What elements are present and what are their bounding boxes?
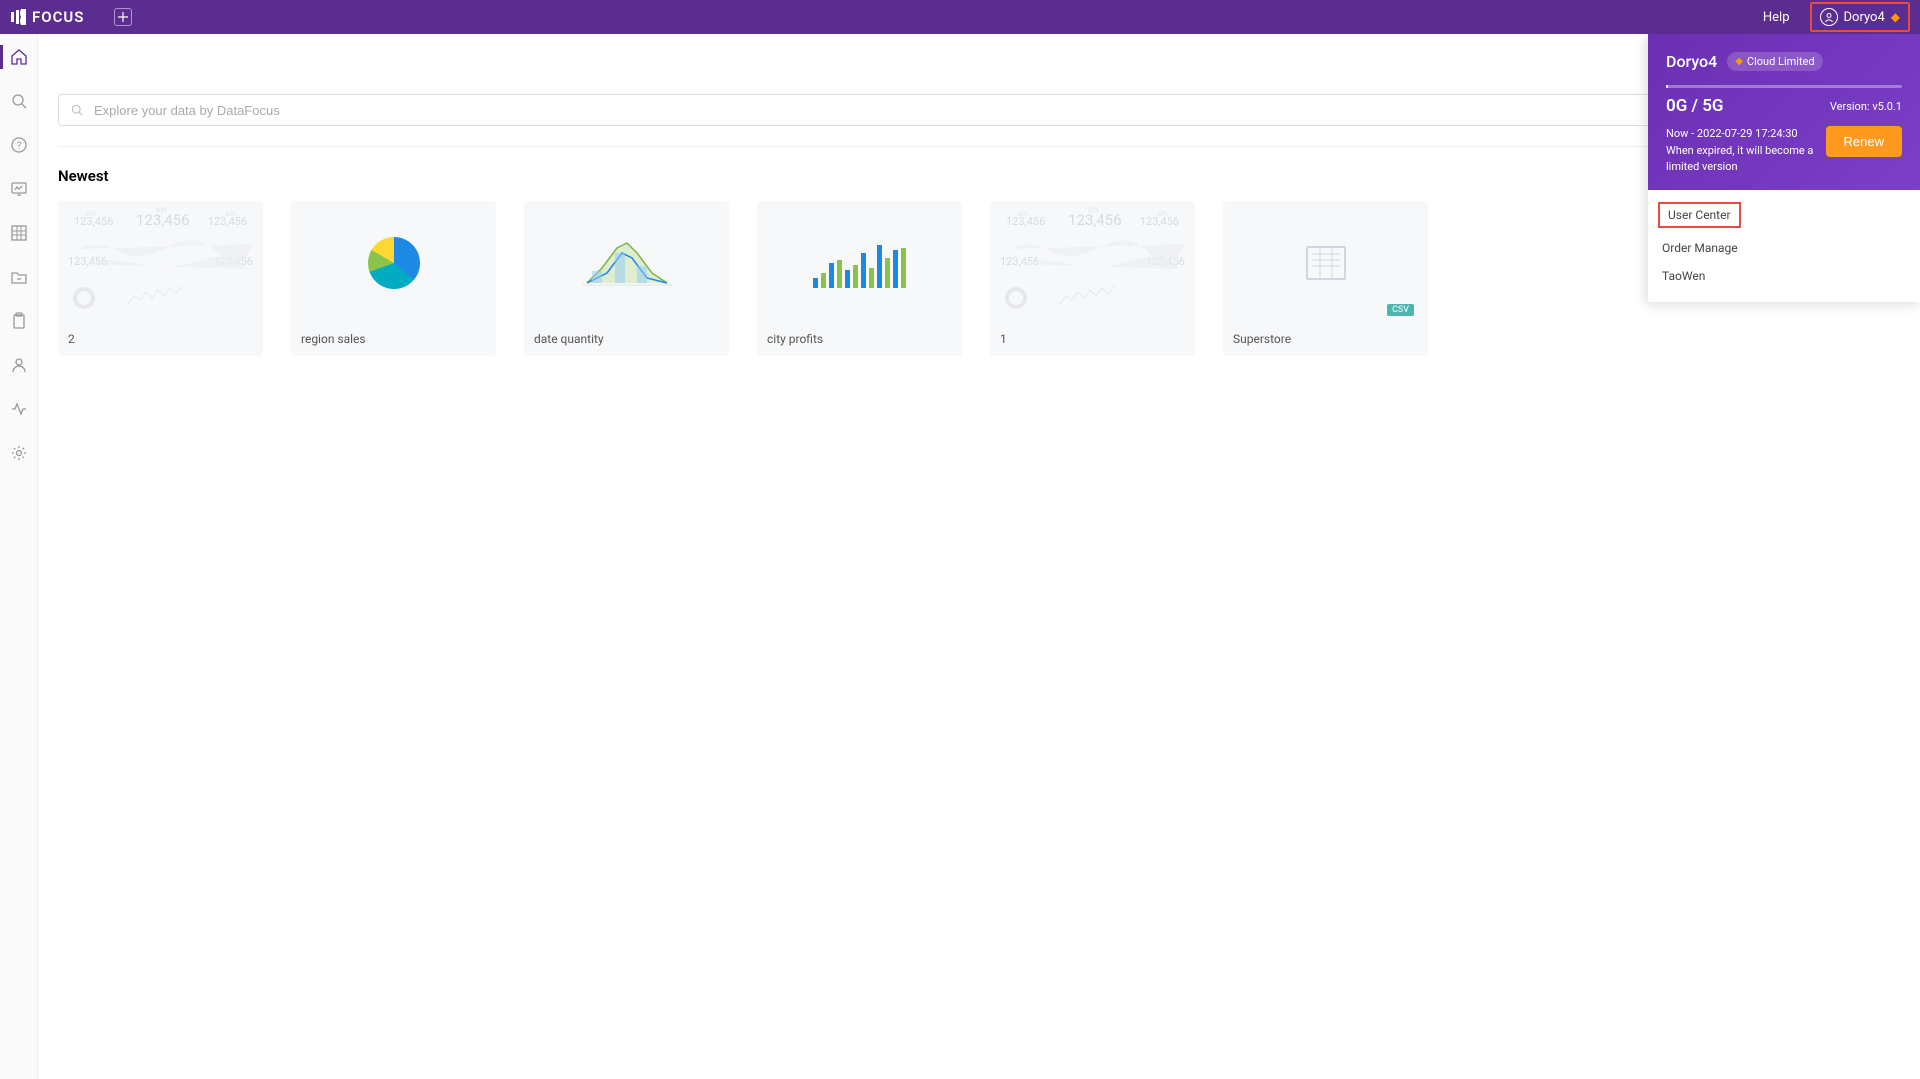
- card-grid: KPI 123,456 KPI 123,456 KPI 123,456 123,…: [38, 201, 1920, 356]
- sidebar-activity[interactable]: [8, 398, 30, 420]
- brand-text: FOCUS: [32, 8, 84, 26]
- storage-text: 0G / 5G: [1666, 96, 1724, 116]
- main-content: Newest KPI 123,456 KPI 123,456 KPI 123,4…: [38, 34, 1920, 1079]
- sidebar-help[interactable]: ?: [8, 134, 30, 156]
- card-title: date quantity: [524, 324, 729, 356]
- divider: [58, 146, 1900, 147]
- card-title: 2: [58, 324, 263, 356]
- version-text: Version: v5.0.1: [1830, 100, 1902, 113]
- crown-icon: ◆: [1735, 56, 1743, 67]
- user-menu-trigger[interactable]: Doryo4 ◆: [1810, 2, 1910, 32]
- csv-file-preview: [1306, 246, 1346, 280]
- bar-chart-preview: [813, 238, 906, 288]
- search-icon: [70, 102, 84, 121]
- avatar-icon: [1820, 8, 1838, 26]
- card-item[interactable]: KPI 123,456 KPI 123,456 KPI 123,456 123,…: [990, 201, 1195, 356]
- search-input[interactable]: [58, 94, 1900, 126]
- user-dropdown-panel: Doryo4 ◆ Cloud Limited 0G / 5G Version: …: [1648, 34, 1920, 302]
- header-username: Doryo4: [1844, 10, 1885, 25]
- card-title: 1: [990, 324, 1195, 356]
- sidebar-home[interactable]: [8, 46, 30, 68]
- renew-button[interactable]: Renew: [1826, 126, 1902, 157]
- brand-logo: FOCUS: [10, 8, 84, 26]
- sidebar-search[interactable]: [8, 90, 30, 112]
- kpi-map-preview: KPI 123,456 KPI 123,456 KPI 123,456 123,…: [1000, 211, 1185, 314]
- sidebar-user[interactable]: [8, 354, 30, 376]
- sidebar-grid[interactable]: [8, 222, 30, 244]
- kpi-map-preview: KPI 123,456 KPI 123,456 KPI 123,456 123,…: [68, 211, 253, 314]
- card-item[interactable]: date quantity: [524, 201, 729, 356]
- csv-badge: CSV: [1387, 304, 1414, 316]
- sidebar: ?: [0, 34, 38, 1079]
- svg-text:?: ?: [16, 141, 21, 152]
- help-link[interactable]: Help: [1763, 10, 1790, 25]
- card-item[interactable]: KPI 123,456 KPI 123,456 KPI 123,456 123,…: [58, 201, 263, 356]
- card-title: city profits: [757, 324, 962, 356]
- line-chart-preview: [577, 233, 677, 293]
- menu-taowen[interactable]: TaoWen: [1648, 262, 1920, 290]
- card-title: region sales: [291, 324, 496, 356]
- expiry-text: Now - 2022-07-29 17:24:30 When expired, …: [1666, 126, 1814, 176]
- pie-chart-preview: [368, 237, 420, 289]
- plan-badge: ◆ Cloud Limited: [1727, 52, 1822, 71]
- section-title: Newest: [38, 167, 1920, 201]
- crown-icon: ◆: [1891, 10, 1900, 24]
- app-header: FOCUS Help Doryo4 ◆: [0, 0, 1920, 34]
- card-item[interactable]: region sales: [291, 201, 496, 356]
- panel-username: Doryo4: [1666, 52, 1717, 71]
- card-item[interactable]: city profits: [757, 201, 962, 356]
- sidebar-folder[interactable]: [8, 266, 30, 288]
- card-title: Superstore: [1223, 324, 1428, 356]
- sidebar-clipboard[interactable]: [8, 310, 30, 332]
- logo-icon: [10, 9, 26, 25]
- sidebar-dashboard[interactable]: [8, 178, 30, 200]
- menu-user-center[interactable]: User Center: [1658, 202, 1741, 228]
- card-item[interactable]: CSV Superstore: [1223, 201, 1428, 356]
- sidebar-settings[interactable]: [8, 442, 30, 464]
- menu-order-manage[interactable]: Order Manage: [1648, 234, 1920, 262]
- add-button[interactable]: [114, 8, 132, 26]
- storage-progress: [1666, 85, 1902, 88]
